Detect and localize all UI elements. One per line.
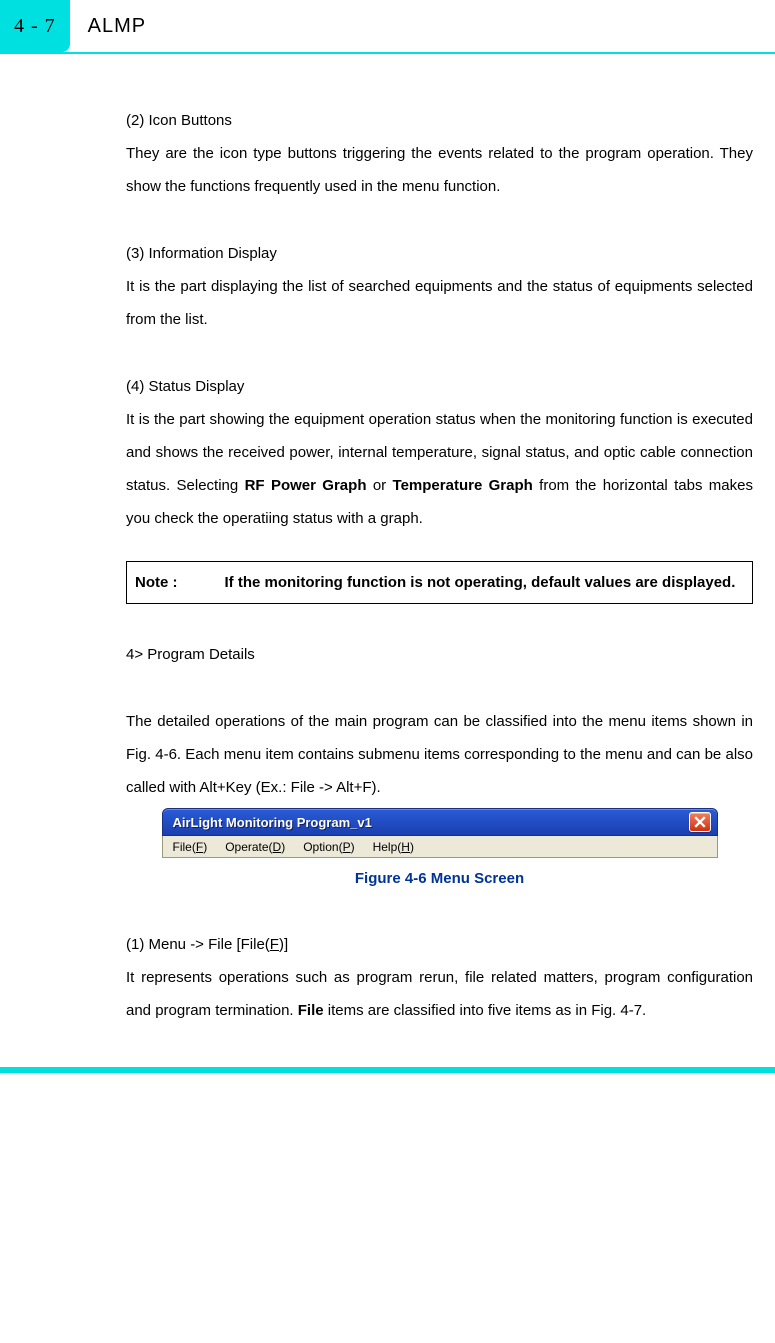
menu-tail: ) <box>410 840 414 854</box>
section-2-body: They are the icon type buttons triggerin… <box>126 137 753 203</box>
bold-text: Temperature Graph <box>393 477 533 494</box>
window-titlebar: AirLight Monitoring Program_v1 <box>162 808 718 836</box>
figure-4-6: AirLight Monitoring Program_v1 File(F) O… <box>162 808 718 858</box>
text-run: or <box>366 477 392 494</box>
menubar: File(F) Operate(D) Option(P) Help(H) <box>162 836 718 858</box>
menu-tail: ) <box>203 840 207 854</box>
close-icon <box>694 816 706 828</box>
menu-label: File( <box>173 840 196 854</box>
section-3-heading: (3) Information Display <box>126 237 753 270</box>
page-title: ALMP <box>70 0 164 52</box>
menu-file-body: It represents operations such as program… <box>126 961 753 1027</box>
menu-option[interactable]: Option(P) <box>303 840 354 854</box>
note-text: If the monitoring function is not operat… <box>217 562 753 604</box>
underlined-accel: F <box>270 936 279 953</box>
footer-divider <box>0 1067 775 1073</box>
page-header: 4 - 7 ALMP <box>0 0 775 54</box>
menu-accel: D <box>273 840 282 854</box>
figure-caption: Figure 4-6 Menu Screen <box>126 864 753 894</box>
menu-label: Help( <box>373 840 402 854</box>
section-3-body: It is the part displaying the list of se… <box>126 270 753 336</box>
menu-accel: H <box>401 840 410 854</box>
text-run: (1) Menu -> File [File( <box>126 936 270 953</box>
bold-text: RF Power Graph <box>245 477 367 494</box>
section-4-heading: (4) Status Display <box>126 370 753 403</box>
menu-file[interactable]: File(F) <box>173 840 208 854</box>
section-4-body: It is the part showing the equipment ope… <box>126 403 753 535</box>
text-run: items are classified into five items as … <box>324 1002 647 1019</box>
window-title: AirLight Monitoring Program_v1 <box>173 815 689 830</box>
note-label: Note : <box>127 562 217 604</box>
menu-help[interactable]: Help(H) <box>373 840 414 854</box>
program-details-heading: 4> Program Details <box>126 638 753 671</box>
text-run: )] <box>279 936 288 953</box>
close-button[interactable] <box>689 812 711 832</box>
menu-operate[interactable]: Operate(D) <box>225 840 285 854</box>
menu-tail: ) <box>351 840 355 854</box>
menu-tail: ) <box>281 840 285 854</box>
page-number-badge: 4 - 7 <box>0 0 70 52</box>
menu-file-heading: (1) Menu -> File [File(F)] <box>126 928 753 961</box>
program-details-body: The detailed operations of the main prog… <box>126 705 753 804</box>
menu-label: Operate( <box>225 840 272 854</box>
menu-accel: P <box>343 840 351 854</box>
menu-label: Option( <box>303 840 342 854</box>
document-body: (2) Icon Buttons They are the icon type … <box>0 104 775 1027</box>
section-2-heading: (2) Icon Buttons <box>126 104 753 137</box>
bold-text: File <box>298 1002 324 1019</box>
note-box: Note : If the monitoring function is not… <box>126 561 753 604</box>
